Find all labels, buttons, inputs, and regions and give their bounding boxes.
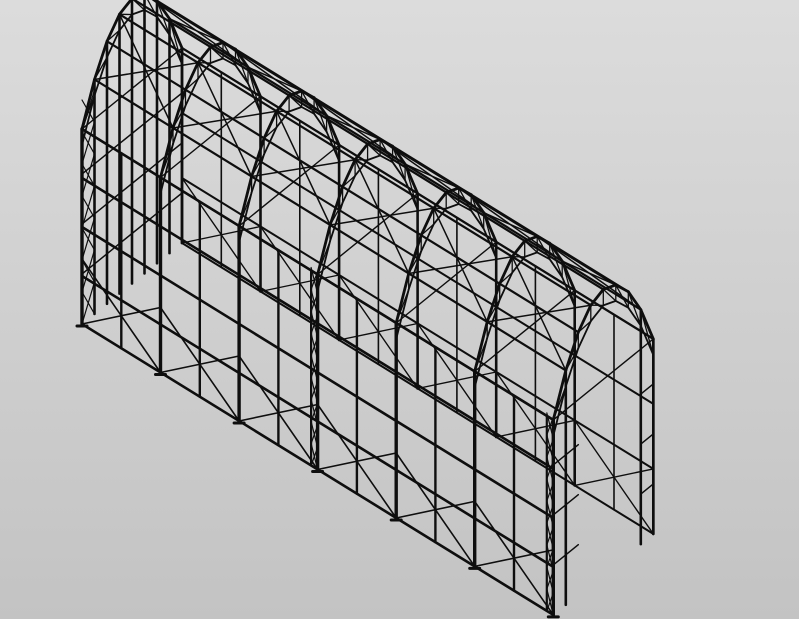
end-girt-308 <box>118 132 133 145</box>
truss-top-chord-268 <box>576 303 593 334</box>
truss-top-chord-235 <box>510 239 527 259</box>
truss-top-chord-120 <box>262 109 279 140</box>
end-lattice-327 <box>81 291 96 315</box>
truss-top-chord-124 <box>275 94 291 113</box>
truss-bottom-chord-166 <box>366 154 382 161</box>
steel-frame-wireframe[interactable] <box>0 0 799 619</box>
truss-top-chord-272 <box>589 287 605 307</box>
truss-top-chord-46 <box>105 12 121 43</box>
truss-top-chord-83 <box>184 61 200 92</box>
truss-top-chord-194 <box>419 206 436 237</box>
end-girt-345 <box>565 543 580 556</box>
end-girt-349 <box>640 483 655 495</box>
truss-bottom-chord-55 <box>131 9 146 16</box>
truss-top-chord-161 <box>353 142 370 162</box>
cad-viewport[interactable] <box>0 0 799 619</box>
truss-bottom-chord-129 <box>288 106 303 113</box>
end-girt-341 <box>552 554 567 566</box>
end-girt-320 <box>156 102 171 115</box>
end-girt-299 <box>93 203 108 215</box>
end-girt-347 <box>565 443 580 456</box>
end-girt-342 <box>552 504 567 516</box>
end-girt-310 <box>131 222 146 235</box>
truss-bottom-chord-203 <box>445 203 460 210</box>
truss-bottom-chord-240 <box>523 251 539 258</box>
end-girt-298 <box>93 253 108 265</box>
end-girt-312 <box>131 122 146 135</box>
truss-top-chord-50 <box>118 0 133 16</box>
truss-bottom-chord-92 <box>209 57 224 64</box>
end-girt-350 <box>640 433 655 445</box>
end-girt-322 <box>168 192 183 204</box>
truss-top-chord-87 <box>196 45 212 65</box>
end-girt-351 <box>640 383 655 395</box>
truss-top-chord-231 <box>498 255 514 286</box>
end-girt-311 <box>131 172 146 185</box>
end-girt-324 <box>168 92 183 104</box>
truss-top-chord-198 <box>432 191 448 210</box>
truss-bottom-chord-273 <box>589 304 605 323</box>
end-lattice-333 <box>81 195 96 219</box>
end-girt-346 <box>565 493 580 506</box>
truss-bottom-chord-277 <box>602 299 617 307</box>
end-girt-300 <box>93 153 108 165</box>
end-girt-296 <box>81 163 96 175</box>
truss-top-chord-157 <box>341 158 357 189</box>
